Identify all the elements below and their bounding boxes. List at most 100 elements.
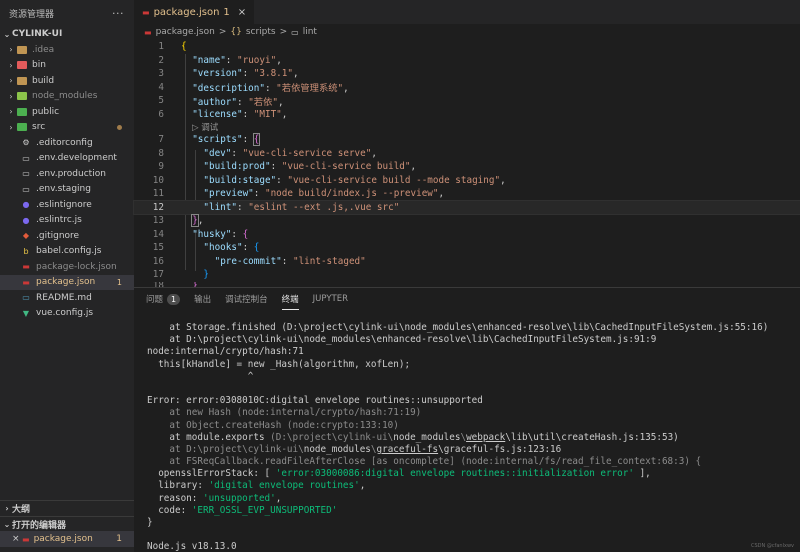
open-editor-item[interactable]: × ▬ package.json 1 [0,531,134,547]
open-editors-section[interactable]: ⌄ 打开的编辑器 [0,516,134,532]
terminal-line: at D:\project\cylink-ui\node_modules\gra… [147,443,562,455]
tree-item-env-development[interactable]: ▭ .env.development [0,151,134,167]
chevron-right-icon: › [9,60,13,70]
tree-item-public[interactable]: › public [0,104,134,120]
explorer-title: 资源管理器 [9,9,55,20]
code-line: 7 "scripts": { [158,133,261,147]
terminal-line: at Storage.finished (D:\project\cylink-u… [147,322,769,333]
tree-item-src[interactable]: › src [0,120,134,136]
outline-section[interactable]: › 大纲 [0,500,134,516]
tree-item-eslintrc-js[interactable]: ● .eslintrc.js [0,213,134,229]
breadcrumb: ▬ package.json > {} scripts > ▭ lint [134,24,800,40]
tree-item-env-staging[interactable]: ▭ .env.staging [0,182,134,198]
code-line: 14 "husky": { [152,228,249,240]
watermark: CSDN @cfanlxwv [751,543,794,549]
chevron-right-icon: › [9,76,13,86]
npm-icon: ▬ [144,27,152,37]
tree-item-label: package.json [36,277,96,288]
tree-item-vue-config-js[interactable]: ▼ vue.config.js [0,306,134,322]
project-root[interactable]: ⌄ CYLINK-UI [0,26,134,42]
npm-icon: ▬ [22,277,30,287]
terminal-line: Node.js v18.13.0 [147,541,237,552]
npm-icon: ▬ [22,262,30,272]
tree-item-eslintignore[interactable]: ● .eslintignore [0,197,134,213]
tree-item-label: public [32,106,60,117]
breadcrumb-lint[interactable]: lint [303,27,317,37]
markdown-icon: ▭ [22,293,30,303]
env-file-icon: ▭ [22,184,30,194]
tree-item-node-modules[interactable]: › node_modules [0,89,134,105]
tree-item-bin[interactable]: › bin [0,58,134,74]
tree-item-editorconfig[interactable]: ⚙ .editorconfig [0,135,134,151]
tree-item-babel-config-js[interactable]: b babel.config.js [0,244,134,260]
git-icon: ◆ [22,231,30,241]
panel-tab-1[interactable]: 输出 [194,288,211,310]
tree-item-label: .env.development [36,153,117,164]
chevron-down-icon: ⌄ [3,29,11,39]
code-line: 10 "build:stage": "vue-cli-service build… [152,174,506,186]
code-line: 8 "dev": "vue-cli-service serve", [158,147,377,159]
bottom-panel: 问题 1 输出 调试控制台 终端 JUPYTER at Storage.finished … [134,287,800,552]
terminal-line: library: 'digital envelope routines', [147,480,366,492]
chevron-right-icon: › [9,122,13,132]
editor-area: ▬ package.json 1 × ▬ package.json > {} s… [133,0,800,290]
tree-item-env-production[interactable]: ▭ .env.production [0,166,134,182]
tree-item-label: .gitignore [36,230,80,241]
tab-label: package.json [153,7,220,18]
vue-icon: ▼ [22,308,30,318]
tree-item-label: .eslintignore [36,199,92,210]
terminal-line: node:internal/crypto/hash:71 [147,346,304,358]
terminal-line: reason: 'unsupported', [147,492,282,504]
chevron-right-icon: › [9,107,13,117]
tree-item-readme-md[interactable]: ▭ README.md [0,290,134,306]
panel-tab-label: 问题 [146,295,164,305]
tab-package-json[interactable]: ▬ package.json 1 × [134,0,255,24]
terminal-line: at D:\project\cylink-ui\node_modules\enh… [147,334,657,346]
chevron-down-icon: ⌄ [3,520,11,529]
tree-item-label: babel.config.js [36,246,102,257]
terminal-line: opensslErrorStack: [ 'error:03000086:dig… [147,468,651,480]
string-icon: ▭ [291,27,299,37]
tree-item-package-lock-json[interactable]: ▬ package-lock.json [0,259,134,275]
code-line: 9 "build:prod": "vue-cli-service build", [158,161,417,173]
breadcrumb-separator: > [218,27,227,37]
close-icon[interactable]: × [12,534,22,544]
terminal-line: at new Hash (node:internal/crypto/hash:7… [147,407,422,419]
editor-tabbar: ▬ package.json 1 × [134,0,800,24]
env-file-icon: ▭ [22,153,30,163]
panel-tab-4[interactable]: JUPYTER [313,288,348,310]
panel-tab-2[interactable]: 调试控制台 [225,288,268,310]
tree-item-build[interactable]: › build [0,73,134,89]
panel-tab-0[interactable]: 问题 1 [146,288,181,310]
problem-count-badge: 1 [167,293,181,305]
debug-codelens[interactable]: ▷ 调试 [134,121,800,133]
more-actions-icon[interactable]: ··· [112,7,124,20]
chevron-right-icon: › [5,504,9,513]
terminal-output[interactable]: at Storage.finished (D:\project\cylink-u… [147,322,768,552]
tree-item-label: .editorconfig [36,137,93,148]
tree-item-idea[interactable]: › .idea [0,42,134,58]
terminal-line: at FSReqCallback.readFileAfterClose [as … [147,456,702,468]
braces-icon: {} [230,27,242,37]
breadcrumb-scripts[interactable]: scripts [246,27,276,37]
bin-folder-icon [16,60,28,70]
close-icon[interactable]: × [238,7,246,18]
code-editor[interactable]: 1{ 2 "name": "ruoyi", 3 "version": "3.8.… [133,40,800,290]
tree-item-label: package-lock.json [36,261,117,272]
chevron-right-icon: › [9,45,13,55]
tree-item-gitignore[interactable]: ◆ .gitignore [0,228,134,244]
terminal-line: this[kHandle] = new _Hash(algorithm, xof… [147,358,411,370]
tab-problem-badge: 1 [223,7,230,18]
panel-tab-3[interactable]: 终端 [281,288,299,310]
open-editor-filename: package.json [33,534,93,544]
problem-count-badge: 1 [116,534,122,544]
project-name: CYLINK-UI [12,29,63,39]
panel-tab-label: 终端 [281,294,299,305]
tree-item-package-json[interactable]: ▬ package.json 1 [0,274,134,290]
tree-item-label: node_modules [32,91,98,102]
terminal-line: } [147,517,153,528]
tree-item-label: .env.production [36,168,106,179]
breadcrumb-file[interactable]: package.json [156,27,215,37]
panel-tab-label: 输出 [194,295,212,305]
file-tree: › .idea › bin › build › node_modules › public › src… [0,42,134,321]
